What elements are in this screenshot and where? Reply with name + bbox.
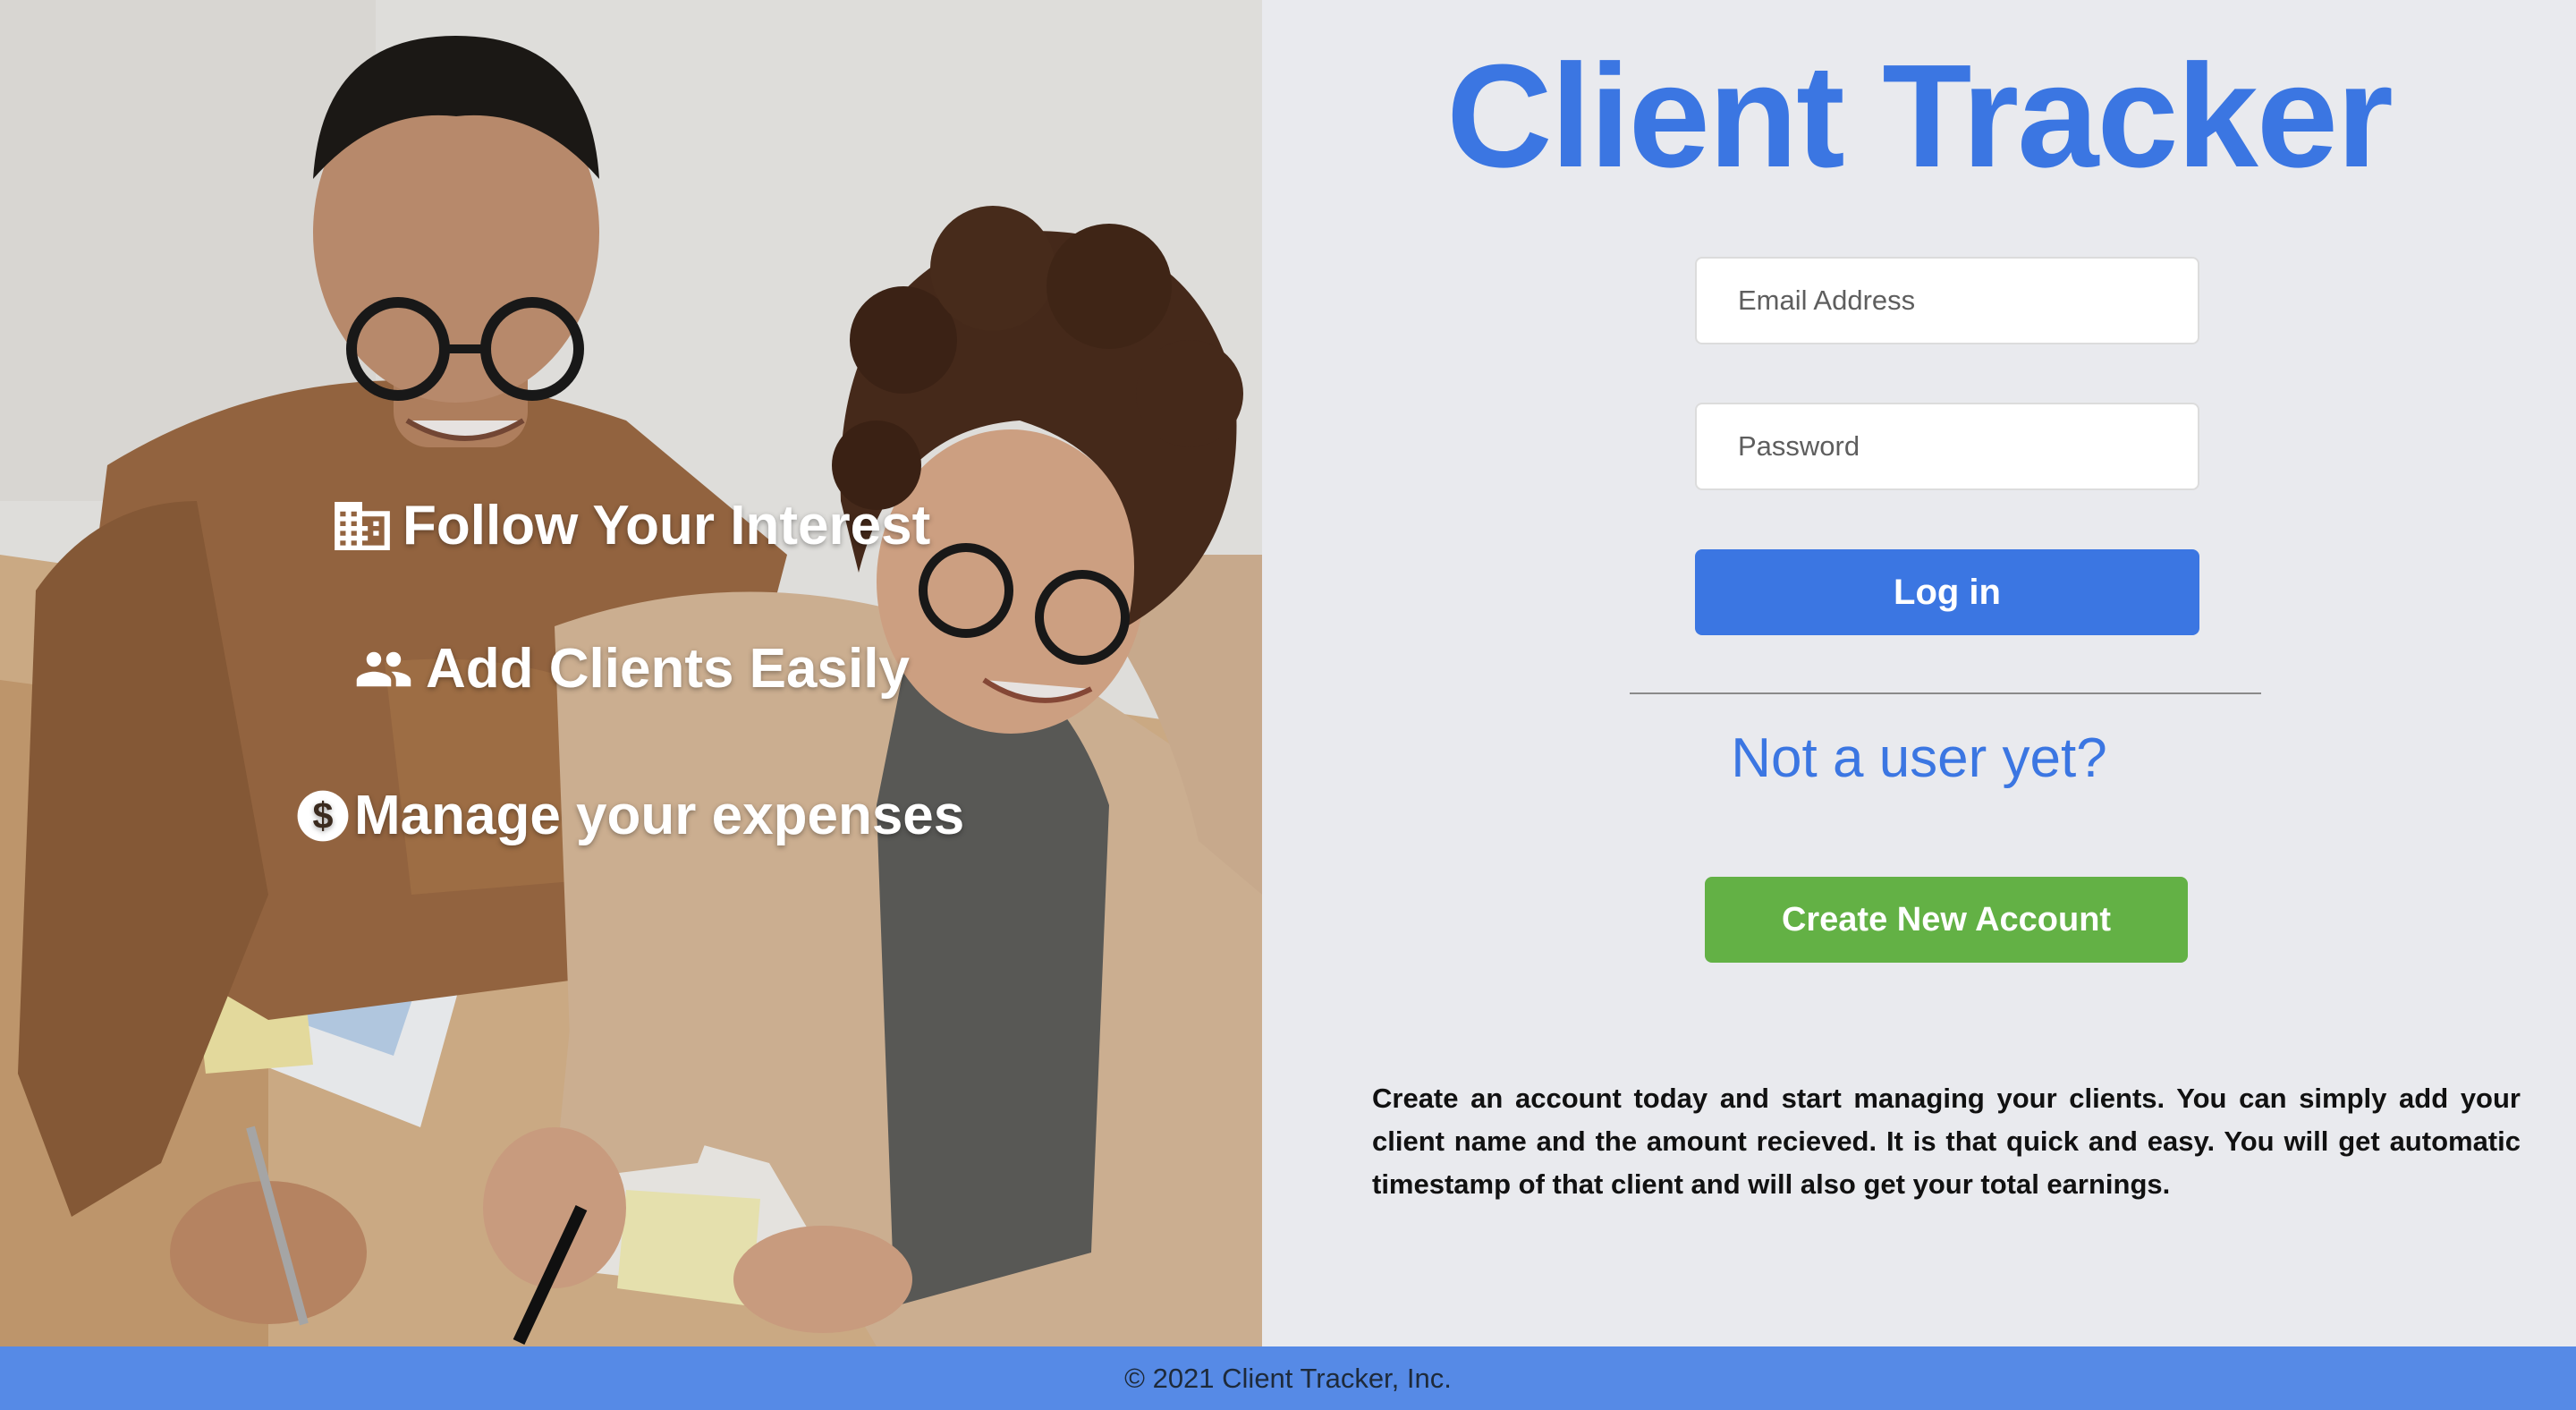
app-title: Client Tracker (1446, 34, 2394, 198)
copyright-text: © 2021 Client Tracker, Inc. (1124, 1362, 1452, 1394)
building-icon (335, 501, 390, 550)
login-panel: Client Tracker Log in Not a user yet? Cr… (1262, 0, 2576, 1346)
login-page: Follow Your Interest Add Clients Easily … (0, 0, 2576, 1410)
password-field[interactable] (1695, 403, 2199, 490)
feature-follow-interest: Follow Your Interest (335, 494, 930, 557)
feature-manage-expenses: $ Manage your expenses (295, 784, 964, 847)
svg-text:$: $ (313, 795, 334, 837)
signup-prompt: Not a user yet? (1731, 727, 2107, 789)
feature-label: Manage your expenses (354, 785, 965, 846)
people-icon (354, 649, 413, 690)
footer: © 2021 Client Tracker, Inc. (0, 1346, 2576, 1410)
hero-image: Follow Your Interest Add Clients Easily … (0, 0, 1262, 1346)
dollar-circle-icon: $ (295, 788, 351, 844)
feature-add-clients: Add Clients Easily (354, 637, 910, 701)
divider (1630, 692, 2261, 694)
description-text: Create an account today and start managi… (1372, 1083, 2521, 1200)
feature-label: Add Clients Easily (426, 638, 910, 700)
create-account-button[interactable]: Create New Account (1705, 877, 2188, 963)
feature-label: Follow Your Interest (402, 495, 931, 556)
email-field[interactable] (1695, 257, 2199, 344)
login-button[interactable]: Log in (1695, 549, 2199, 635)
